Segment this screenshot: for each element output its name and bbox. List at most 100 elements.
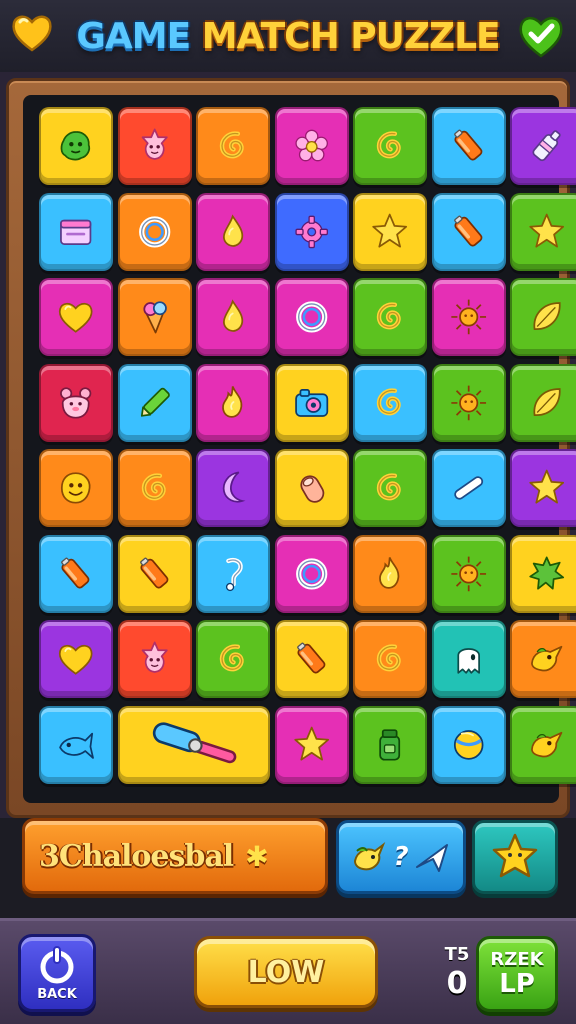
leaf-icon xyxy=(533,302,561,331)
flame-icon xyxy=(379,556,400,589)
board-tile[interactable] xyxy=(274,705,349,784)
board-tile[interactable] xyxy=(431,534,506,613)
board-tile[interactable] xyxy=(196,620,270,698)
board-tile[interactable] xyxy=(510,107,576,185)
board-tile[interactable] xyxy=(196,449,270,527)
combo-label: 3Chaloesbal xyxy=(39,838,234,874)
board-tile[interactable] xyxy=(117,363,192,442)
heart-icon xyxy=(59,645,93,675)
board-tile[interactable] xyxy=(274,449,349,527)
bonus-star-button[interactable] xyxy=(472,820,558,894)
board-tile[interactable] xyxy=(431,449,506,527)
swirl-icon xyxy=(220,644,244,672)
board-tile[interactable] xyxy=(39,620,113,698)
star-icon xyxy=(294,726,329,761)
note-icon xyxy=(226,557,243,591)
smiley-icon xyxy=(61,472,91,504)
board-tile[interactable] xyxy=(196,192,270,271)
board-tile[interactable] xyxy=(117,107,192,185)
battery-icon xyxy=(297,642,326,674)
board-tile[interactable] xyxy=(39,705,113,784)
board-tile[interactable] xyxy=(510,363,576,442)
drop-icon xyxy=(223,299,244,332)
play-label: LOW xyxy=(247,954,325,990)
board-tile[interactable] xyxy=(353,705,427,784)
play-button[interactable]: LOW xyxy=(194,936,378,1008)
board-tile[interactable] xyxy=(39,107,113,185)
board-tile[interactable] xyxy=(353,192,427,271)
camera-icon xyxy=(295,388,328,417)
board-tile[interactable] xyxy=(117,278,192,356)
bird-icon xyxy=(531,731,563,757)
board-tile[interactable] xyxy=(353,620,427,698)
board-tile[interactable] xyxy=(117,449,192,527)
board-tile[interactable] xyxy=(117,534,192,613)
board-tile[interactable] xyxy=(196,278,270,356)
board-tile[interactable] xyxy=(353,107,427,185)
star-icon xyxy=(372,213,408,248)
swirl-icon xyxy=(220,131,244,159)
check-icon[interactable] xyxy=(516,10,566,60)
board-tile[interactable] xyxy=(431,107,506,185)
board-frame xyxy=(6,78,576,818)
power-icon xyxy=(40,945,74,983)
board-tile[interactable] xyxy=(431,620,506,698)
board-tile[interactable] xyxy=(117,705,270,784)
board-tile[interactable] xyxy=(510,705,576,784)
level-button[interactable]: RZEK LP xyxy=(476,936,558,1012)
board-tile[interactable] xyxy=(510,534,576,613)
board-tile[interactable] xyxy=(353,449,427,527)
board-tile[interactable] xyxy=(353,363,427,442)
drop-icon xyxy=(223,213,244,247)
board-tile[interactable] xyxy=(353,278,427,356)
title-match-puzzle: MATCH PUZZLE xyxy=(201,15,501,57)
board-tile[interactable] xyxy=(274,278,349,356)
board-tile[interactable] xyxy=(196,107,270,185)
moon-icon xyxy=(223,471,246,503)
ring-icon xyxy=(138,215,171,248)
board-tile[interactable] xyxy=(196,534,270,613)
hint-button[interactable]: ? xyxy=(336,820,466,894)
combo-banner[interactable]: 3Chaloesbal ✱ xyxy=(22,818,328,894)
title-game: GAME xyxy=(76,15,191,57)
swirl-icon xyxy=(377,302,401,330)
board-tile[interactable] xyxy=(117,620,192,698)
score-label: T5 xyxy=(444,944,470,965)
board-tile[interactable] xyxy=(431,278,506,356)
board-tile[interactable] xyxy=(510,192,576,271)
board-tile[interactable] xyxy=(431,363,506,442)
board-tile[interactable] xyxy=(510,278,576,356)
game-board xyxy=(23,95,576,803)
header-bar: GAME MATCH PUZZLE xyxy=(0,0,576,72)
board-tile[interactable] xyxy=(274,620,349,698)
arrow-icon xyxy=(415,844,448,872)
sun-icon xyxy=(451,556,486,591)
battery-icon xyxy=(61,557,90,589)
board-tile[interactable] xyxy=(39,278,113,356)
back-label: BACK xyxy=(37,986,77,1002)
board-tile[interactable] xyxy=(510,449,576,527)
bottle-icon xyxy=(532,130,561,162)
battery-icon xyxy=(454,129,483,161)
board-tile[interactable] xyxy=(117,192,192,271)
heart-icon xyxy=(59,303,93,333)
board-tile[interactable] xyxy=(39,534,113,613)
board-tile[interactable] xyxy=(39,449,113,527)
board-tile[interactable] xyxy=(431,705,506,784)
bear-icon xyxy=(60,386,92,419)
pink-face-icon xyxy=(141,128,168,160)
board-tile[interactable] xyxy=(39,192,113,271)
heart-icon[interactable] xyxy=(10,10,54,54)
cone-icon xyxy=(143,301,167,334)
board-tile[interactable] xyxy=(274,363,349,442)
board-tile[interactable] xyxy=(274,534,349,613)
board-tile[interactable] xyxy=(39,363,113,442)
back-button[interactable]: BACK xyxy=(18,934,96,1012)
board-tile[interactable] xyxy=(510,620,576,698)
splat-icon xyxy=(529,556,565,590)
board-tile[interactable] xyxy=(431,192,506,271)
board-tile[interactable] xyxy=(196,363,270,442)
board-tile[interactable] xyxy=(353,534,427,613)
board-tile[interactable] xyxy=(274,192,349,271)
board-tile[interactable] xyxy=(274,107,349,185)
